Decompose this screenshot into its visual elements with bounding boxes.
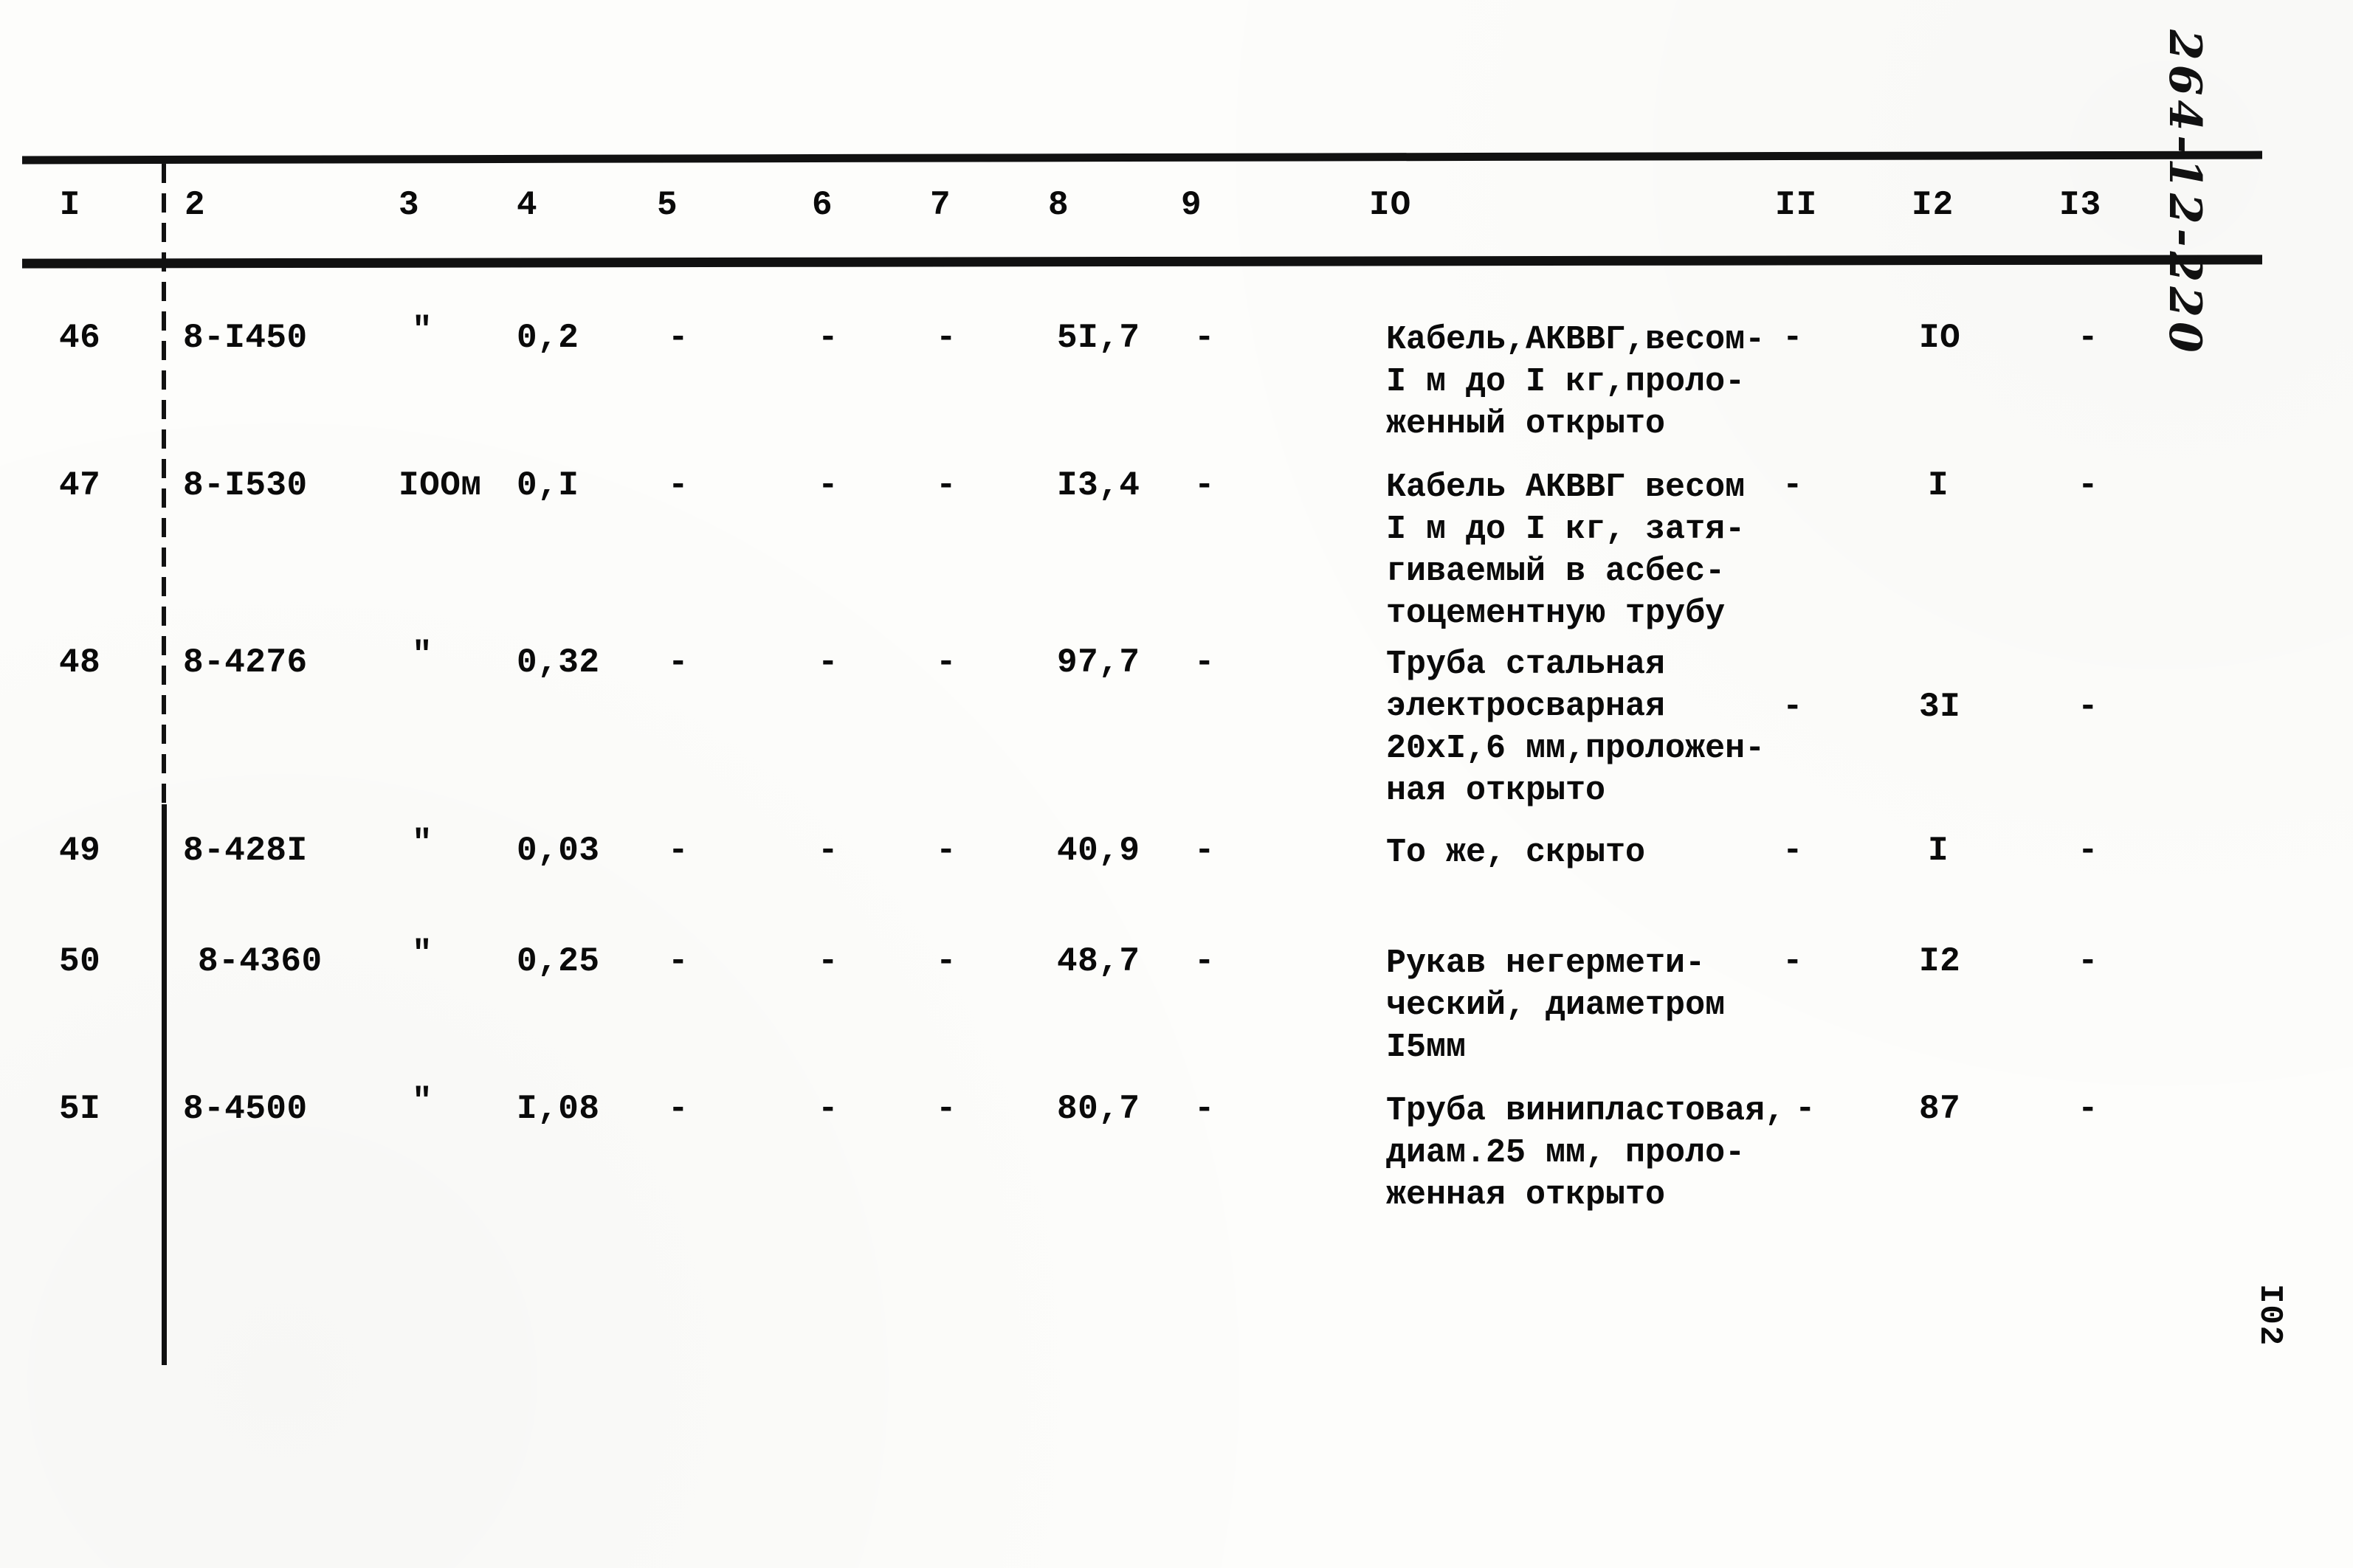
table-cell-dash: - bbox=[936, 942, 957, 981]
table-row: 48 bbox=[59, 643, 101, 682]
table-cell-value: 0,32 bbox=[517, 643, 600, 682]
table-header-col-13: I3 bbox=[2059, 186, 2102, 224]
table-header-col-6: 6 bbox=[812, 186, 833, 224]
table-cell-dash: - bbox=[1782, 466, 1804, 505]
table-cell-value: 0,25 bbox=[517, 942, 600, 981]
table-cell-value: 0,2 bbox=[517, 319, 579, 357]
table-row: 49 bbox=[59, 832, 101, 870]
table-row: 5I bbox=[59, 1090, 101, 1128]
table-cell-dash: - bbox=[1194, 466, 1216, 505]
table-cell-dash: - bbox=[936, 319, 957, 357]
table-header-col-2: 2 bbox=[185, 186, 206, 224]
table-cell-dash: - bbox=[2078, 832, 2099, 870]
table-cell-value: I3,4 bbox=[1057, 466, 1140, 505]
table-cell-dash: - bbox=[2078, 466, 2099, 505]
table-cell-dash: - bbox=[936, 643, 957, 682]
table-header-col-11: II bbox=[1775, 186, 1818, 224]
handwritten-margin-note: 264-12-220 bbox=[2159, 30, 2211, 357]
table-header-col-10: IO bbox=[1369, 186, 1412, 224]
table-cell-count: I2 bbox=[1919, 942, 1961, 981]
table-cell-dash: - bbox=[2078, 942, 2099, 981]
table-cell-count: I bbox=[1928, 466, 1949, 505]
table-cell-dash: - bbox=[1795, 1090, 1816, 1128]
table-cell-dash: - bbox=[1782, 319, 1804, 357]
table-cell-value: I,08 bbox=[517, 1090, 600, 1128]
table-cell-unit: " bbox=[412, 311, 433, 350]
table-cell-value: 48,7 bbox=[1057, 942, 1140, 981]
table-cell-dash: - bbox=[1782, 688, 1804, 726]
table-cell-dash: - bbox=[818, 942, 839, 981]
table-cell-dash: - bbox=[668, 832, 689, 870]
table-cell-description: Труба стальная электросварная 20хI,6 мм,… bbox=[1386, 646, 1765, 809]
table-cell-value: 5I,7 bbox=[1057, 319, 1140, 357]
table-cell-dash: - bbox=[668, 1090, 689, 1128]
table-top-rule bbox=[21, 151, 2263, 165]
table-cell-dash: - bbox=[936, 832, 957, 870]
table-cell-dash: - bbox=[2078, 688, 2099, 726]
table-cell-dash: - bbox=[818, 832, 839, 870]
table-cell-count: 3I bbox=[1919, 688, 1961, 726]
table-cell-dash: - bbox=[818, 466, 839, 505]
table-cell-code: 8-4360 bbox=[198, 942, 323, 981]
table-header-col-3: 3 bbox=[399, 186, 420, 224]
table-cell-dash: - bbox=[1194, 942, 1216, 981]
table-header-col-9: 9 bbox=[1181, 186, 1202, 224]
table-cell-unit: " bbox=[412, 935, 433, 973]
table-cell-value: 0,I bbox=[517, 466, 579, 505]
page-number: I02 bbox=[2251, 1284, 2288, 1347]
table-cell-dash: - bbox=[668, 319, 689, 357]
column-separator-solid bbox=[162, 804, 167, 1365]
table-cell-count: I bbox=[1928, 832, 1949, 870]
table-cell-description: Рукав негермети- ческий, диаметром I5мм bbox=[1386, 944, 1726, 1066]
table-cell-unit: " bbox=[412, 1082, 433, 1121]
table-cell-dash: - bbox=[1782, 832, 1804, 870]
table-cell-dash: - bbox=[1194, 832, 1216, 870]
table-cell-dash: - bbox=[2078, 319, 2099, 357]
table-cell-dash: - bbox=[818, 643, 839, 682]
table-header-col-7: 7 bbox=[930, 186, 951, 224]
table-cell-description: Кабель АКВВГ весом I м до I кг, затя- ги… bbox=[1386, 469, 1746, 632]
table-cell-description: То же, скрыто bbox=[1386, 834, 1646, 871]
table-header-col-1: I bbox=[59, 186, 81, 224]
table-cell-dash: - bbox=[936, 1090, 957, 1128]
table-cell-dash: - bbox=[818, 319, 839, 357]
scan-grain-overlay bbox=[0, 0, 2353, 1568]
table-cell-dash: - bbox=[818, 1090, 839, 1128]
table-cell-dash: - bbox=[2078, 1090, 2099, 1128]
table-cell-code: 8-428I bbox=[183, 832, 308, 870]
table-header-col-4: 4 bbox=[517, 186, 538, 224]
table-cell-unit: " bbox=[412, 824, 433, 863]
table-cell-dash: - bbox=[668, 466, 689, 505]
table-cell-dash: - bbox=[1194, 1090, 1216, 1128]
table-cell-unit: " bbox=[412, 636, 433, 674]
table-cell-dash: - bbox=[1782, 942, 1804, 981]
table-cell-code: 8-I450 bbox=[183, 319, 308, 357]
table-cell-count: 87 bbox=[1919, 1090, 1961, 1128]
table-cell-dash: - bbox=[668, 942, 689, 981]
table-cell-code: 8-I530 bbox=[183, 466, 308, 505]
table-header-col-5: 5 bbox=[657, 186, 678, 224]
table-cell-description: Кабель,АКВВГ,весом- I м до I кг,проло- ж… bbox=[1386, 321, 1765, 443]
table-cell-value: 40,9 bbox=[1057, 832, 1140, 870]
table-cell-value: 80,7 bbox=[1057, 1090, 1140, 1128]
table-row: 47 bbox=[59, 466, 101, 505]
table-cell-value: 0,03 bbox=[517, 832, 600, 870]
table-row: 46 bbox=[59, 319, 101, 357]
table-cell-dash: - bbox=[1194, 319, 1216, 357]
table-cell-dash: - bbox=[668, 643, 689, 682]
table-cell-unit: IOOм bbox=[399, 466, 482, 505]
table-cell-dash: - bbox=[936, 466, 957, 505]
table-cell-count: IO bbox=[1919, 319, 1961, 357]
table-cell-value: 97,7 bbox=[1057, 643, 1140, 682]
table-cell-code: 8-4500 bbox=[183, 1090, 308, 1128]
table-cell-code: 8-4276 bbox=[183, 643, 308, 682]
table-header-col-8: 8 bbox=[1048, 186, 1069, 224]
table-header-bottom-rule bbox=[21, 255, 2263, 269]
scanned-document-page: I 2 3 4 5 6 7 8 9 IO II I2 I3 46 8-I450 … bbox=[0, 0, 2353, 1568]
table-header-col-12: I2 bbox=[1912, 186, 1954, 224]
table-cell-dash: - bbox=[1194, 643, 1216, 682]
table-row: 50 bbox=[59, 942, 101, 981]
